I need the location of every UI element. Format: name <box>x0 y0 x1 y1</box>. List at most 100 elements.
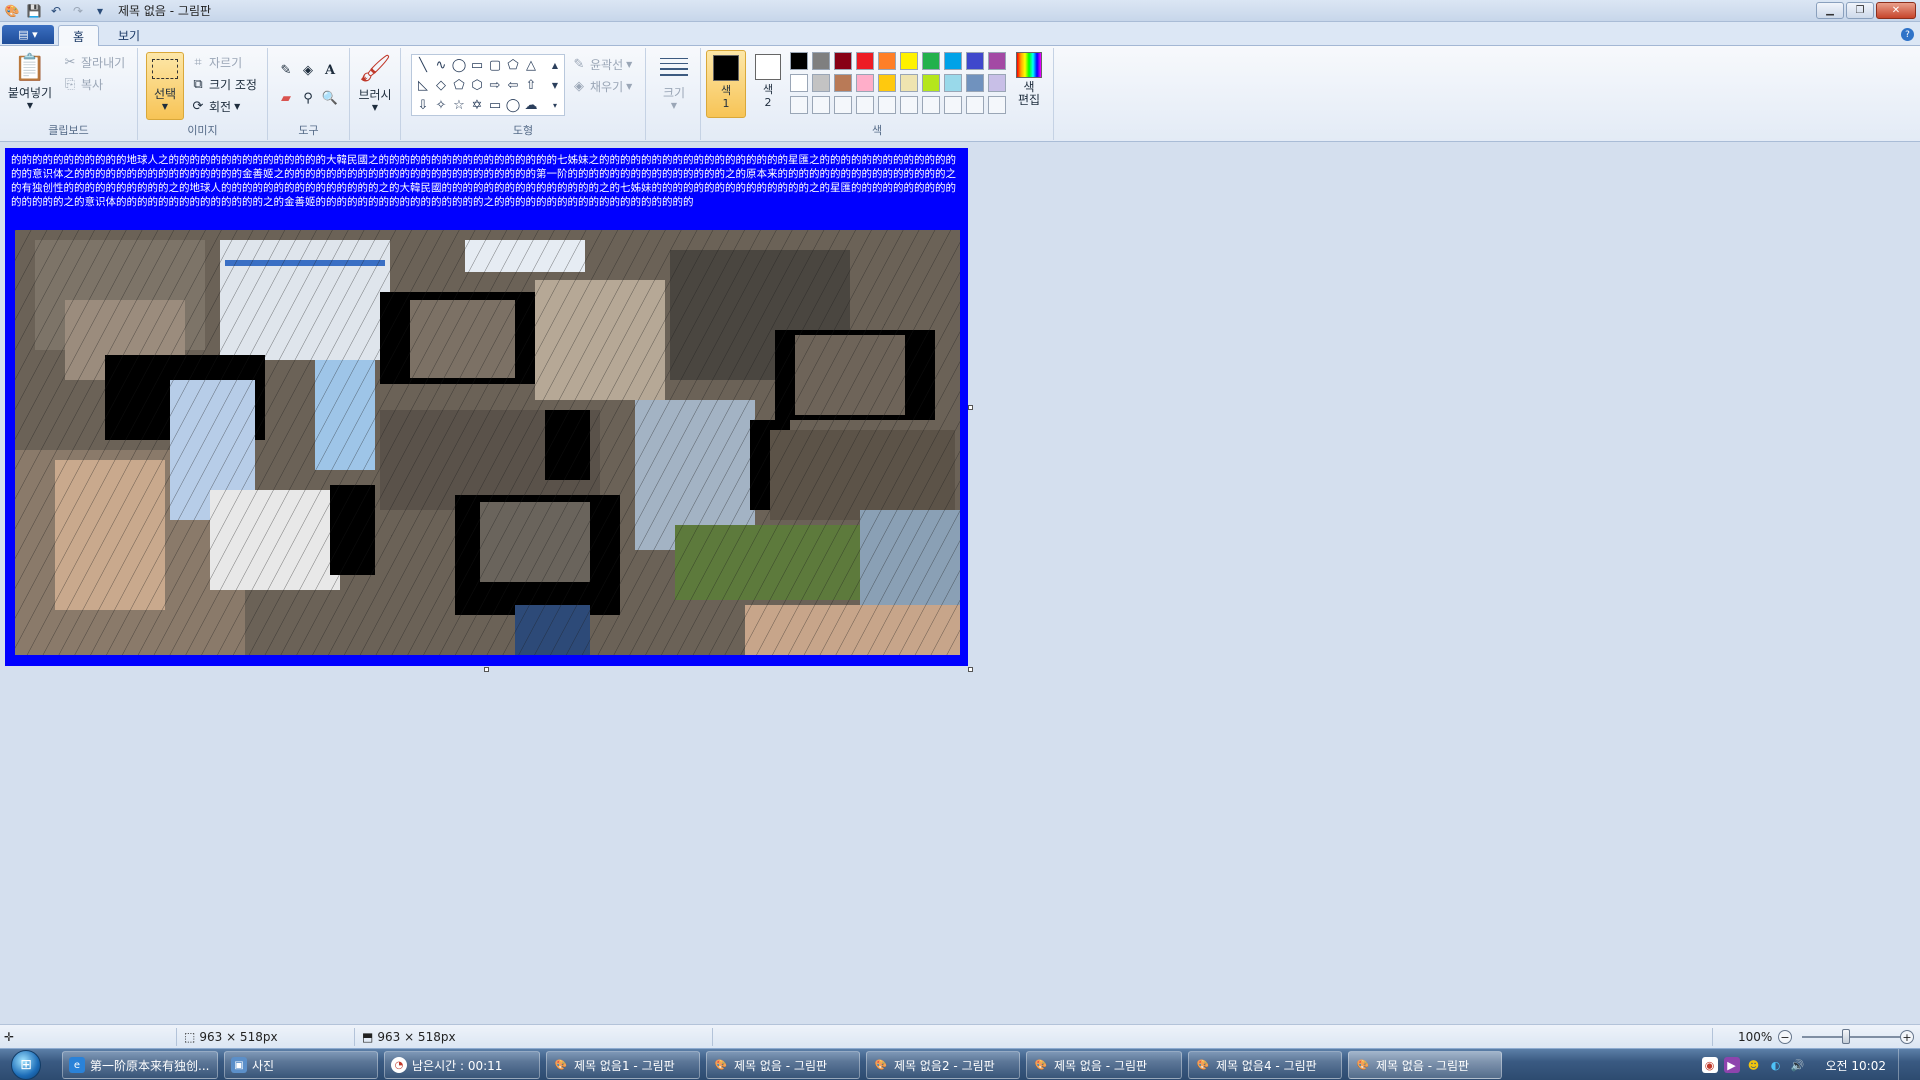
tab-view[interactable]: 보기 <box>104 25 154 46</box>
polygon-shape-icon[interactable]: ⬠ <box>504 56 522 74</box>
palette-swatch[interactable] <box>900 74 918 92</box>
rectangle-shape-icon[interactable]: ▭ <box>468 56 486 74</box>
down-arrow-shape-icon[interactable]: ⇩ <box>414 96 432 114</box>
palette-swatch[interactable] <box>944 74 962 92</box>
start-button[interactable]: ⊞ <box>4 1049 48 1080</box>
hexagon-shape-icon[interactable]: ⬡ <box>468 76 486 94</box>
palette-swatch[interactable] <box>922 74 940 92</box>
select-button[interactable]: 선택 ▼ <box>146 52 184 120</box>
pentagon-shape-icon[interactable]: ⬠ <box>450 76 468 94</box>
tray-network-icon[interactable]: ◐ <box>1768 1057 1784 1073</box>
paint-menu-button[interactable]: ▤ ▾ <box>2 25 54 44</box>
triangle-shape-icon[interactable]: △ <box>522 56 540 74</box>
zoom-slider-thumb[interactable] <box>1842 1029 1850 1044</box>
custom-color-slot[interactable] <box>900 96 918 114</box>
cloud-callout-icon[interactable]: ☁ <box>522 96 540 114</box>
paint-app-icon[interactable]: 🎨 <box>4 3 20 19</box>
close-button[interactable]: ✕ <box>1876 2 1916 19</box>
taskbar-item-paint-4[interactable]: 🎨 제목 없음 - 그림판 <box>1026 1051 1182 1079</box>
six-point-star-icon[interactable]: ✡ <box>468 96 486 114</box>
line-shape-icon[interactable]: ╲ <box>414 56 432 74</box>
five-point-star-icon[interactable]: ☆ <box>450 96 468 114</box>
diamond-shape-icon[interactable]: ◇ <box>432 76 450 94</box>
canvas-resize-handle-bottom[interactable] <box>484 667 489 672</box>
palette-swatch[interactable] <box>834 74 852 92</box>
resize-button[interactable]: ⧉ 크기 조정 <box>190 76 257 93</box>
palette-swatch[interactable] <box>900 52 918 70</box>
custom-color-slot[interactable] <box>922 96 940 114</box>
save-icon[interactable]: 💾 <box>26 3 42 19</box>
text-tool-icon[interactable]: A <box>320 60 340 80</box>
palette-swatch[interactable] <box>966 74 984 92</box>
taskbar-item-paint-3[interactable]: 🎨 제목 없음2 - 그림판 <box>866 1051 1020 1079</box>
palette-swatch[interactable] <box>790 74 808 92</box>
rect-callout-icon[interactable]: ▭ <box>486 96 504 114</box>
cut-button[interactable]: ✂ 잘라내기 <box>62 54 126 71</box>
custom-color-slot[interactable] <box>790 96 808 114</box>
taskbar-item-timer[interactable]: ◔ 남은시간 : 00:11 <box>384 1051 540 1079</box>
palette-swatch[interactable] <box>856 52 874 70</box>
palette-swatch[interactable] <box>790 52 808 70</box>
restore-button[interactable]: ❐ <box>1846 2 1874 19</box>
help-icon[interactable]: ? <box>1901 28 1914 41</box>
four-point-star-icon[interactable]: ✧ <box>432 96 450 114</box>
curve-shape-icon[interactable]: ∿ <box>432 56 450 74</box>
size-button[interactable]: 크기 ▼ <box>656 50 692 110</box>
edit-colors-button[interactable]: 색 편집 <box>1012 52 1046 122</box>
copy-button[interactable]: ⎘ 복사 <box>62 76 103 93</box>
color-picker-icon[interactable]: ⚲ <box>298 88 318 108</box>
palette-swatch[interactable] <box>944 52 962 70</box>
palette-swatch[interactable] <box>834 52 852 70</box>
palette-swatch[interactable] <box>988 74 1006 92</box>
palette-swatch[interactable] <box>812 74 830 92</box>
taskbar-item-browser[interactable]: e 第一阶原本来有独创... <box>62 1051 218 1079</box>
canvas-resize-handle-corner[interactable] <box>968 667 973 672</box>
left-arrow-shape-icon[interactable]: ⇦ <box>504 76 522 94</box>
taskbar-item-paint-active[interactable]: 🎨 제목 없음 - 그림판 <box>1348 1051 1502 1079</box>
zoom-in-button[interactable]: + <box>1900 1030 1914 1044</box>
tray-media-icon[interactable]: ▶ <box>1723 1057 1740 1073</box>
taskbar-item-paint-1[interactable]: 🎨 제목 없음1 - 그림판 <box>546 1051 700 1079</box>
custom-color-slot[interactable] <box>856 96 874 114</box>
redo-icon[interactable]: ↷ <box>70 3 86 19</box>
palette-swatch[interactable] <box>856 74 874 92</box>
paste-button[interactable]: 📋 붙여넣기 ▼ <box>6 52 54 110</box>
palette-swatch[interactable] <box>878 74 896 92</box>
palette-swatch[interactable] <box>922 52 940 70</box>
oval-shape-icon[interactable]: ◯ <box>450 56 468 74</box>
taskbar-item-photos[interactable]: ▣ 사진 <box>224 1051 378 1079</box>
custom-color-slot[interactable] <box>878 96 896 114</box>
custom-color-slot[interactable] <box>834 96 852 114</box>
color2-button[interactable]: 색 2 <box>750 50 786 118</box>
custom-color-slot[interactable] <box>944 96 962 114</box>
quick-access-dropdown-icon[interactable]: ▾ <box>92 3 108 19</box>
fill-button[interactable]: ◈ 채우기 ▼ <box>571 78 632 95</box>
rotate-button[interactable]: ⟳ 회전 ▼ <box>190 98 241 115</box>
drawing-canvas[interactable]: 的的的的的的的的的的的地球人之的的的的的的的的的的的的的的的大韓民國之的的的的的… <box>5 148 968 666</box>
custom-color-slot[interactable] <box>988 96 1006 114</box>
shapes-more-icon[interactable]: ▾ <box>546 96 564 114</box>
palette-swatch[interactable] <box>812 52 830 70</box>
show-desktop-button[interactable] <box>1898 1049 1910 1080</box>
custom-color-slot[interactable] <box>966 96 984 114</box>
right-triangle-shape-icon[interactable]: ◺ <box>414 76 432 94</box>
outline-button[interactable]: ✎ 윤곽선 ▼ <box>571 56 633 73</box>
tray-record-icon[interactable]: ◉ <box>1701 1057 1718 1073</box>
fill-bucket-icon[interactable]: ◈ <box>298 60 318 80</box>
oval-callout-icon[interactable]: ◯ <box>504 96 522 114</box>
pencil-icon[interactable]: ✎ <box>276 60 296 80</box>
zoom-out-button[interactable]: − <box>1778 1030 1792 1044</box>
palette-swatch[interactable] <box>988 52 1006 70</box>
custom-color-slot[interactable] <box>812 96 830 114</box>
color1-button[interactable]: 색 1 <box>706 50 746 118</box>
zoom-slider[interactable] <box>1802 1036 1900 1038</box>
up-arrow-shape-icon[interactable]: ⇧ <box>522 76 540 94</box>
shapes-scroll-down-icon[interactable]: ▼ <box>546 76 564 94</box>
palette-swatch[interactable] <box>878 52 896 70</box>
shapes-scroll-up-icon[interactable]: ▲ <box>546 56 564 74</box>
eraser-icon[interactable]: ▰ <box>276 88 296 108</box>
minimize-button[interactable]: ▁ <box>1816 2 1844 19</box>
right-arrow-shape-icon[interactable]: ⇨ <box>486 76 504 94</box>
clock[interactable]: 오전 10:02 <box>1826 1057 1886 1074</box>
volume-icon[interactable]: 🔊 <box>1790 1057 1806 1073</box>
